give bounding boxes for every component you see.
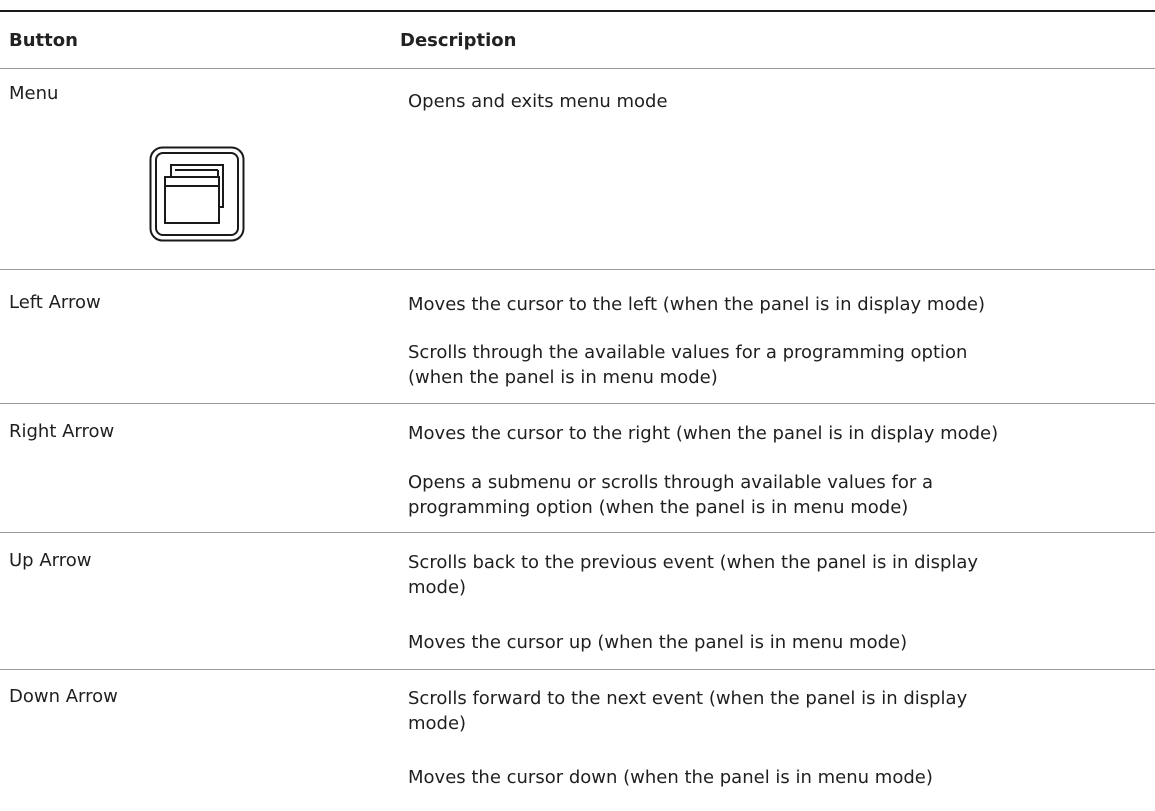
header-button: Button: [9, 30, 78, 51]
description-text: Moves the cursor down (when the panel is…: [408, 767, 933, 788]
description-text: Scrolls back to the previous event (when…: [408, 552, 979, 598]
description-text: Opens and exits menu mode: [408, 91, 668, 112]
description-text: Moves the cursor to the right (when the …: [408, 423, 999, 444]
table-row: Down Arrow Scrolls forward to the next e…: [0, 670, 1155, 811]
button-name: Up Arrow: [9, 550, 92, 571]
description-text: Moves the cursor up (when the panel is i…: [408, 632, 908, 653]
description-text: Scrolls forward to the next event (when …: [408, 688, 968, 734]
description-text: Opens a submenu or scrolls through avail…: [408, 472, 933, 518]
description-text: Moves the cursor to the left (when the p…: [408, 294, 985, 315]
description-text: Scrolls through the available values for…: [408, 342, 968, 388]
button-name: Right Arrow: [9, 421, 115, 442]
button-name: Down Arrow: [9, 686, 118, 707]
menu-icon: [149, 146, 245, 242]
button-name: Menu: [9, 83, 59, 104]
table-row: Left Arrow Moves the cursor to the left …: [0, 270, 1155, 404]
table-row: Up Arrow Scrolls back to the previous ev…: [0, 533, 1155, 670]
table-row: Right Arrow Moves the cursor to the righ…: [0, 404, 1155, 533]
button-name: Left Arrow: [9, 292, 101, 313]
table-header: Button Description: [0, 12, 1155, 69]
header-description: Description: [400, 30, 517, 51]
